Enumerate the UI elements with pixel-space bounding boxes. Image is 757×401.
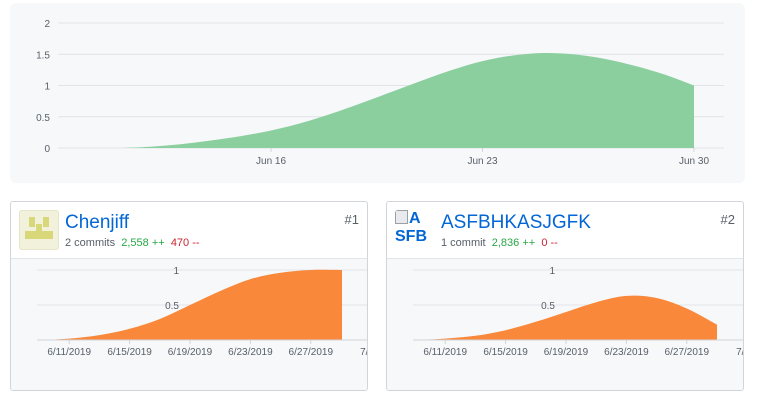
commit-count[interactable]: 2 commits [65, 237, 115, 249]
y-tick-label: 0.5 [36, 113, 50, 124]
x-tick-label: 6/15/2019 [483, 347, 528, 358]
additions-count: 2,558 ++ [121, 237, 165, 249]
contributor-name[interactable]: ASFBHKASJGFK [441, 212, 591, 234]
y-tick-label: 1 [173, 266, 179, 277]
contributor-header: Chenjiff 2 commits 2,558 ++ 470 -- #1 [11, 202, 367, 258]
x-tick-label: 6/15/2019 [107, 347, 152, 358]
y-tick-label: 1 [549, 266, 555, 277]
x-tick-label: 6/27/2019 [665, 347, 710, 358]
contributor-stats: 2 commits 2,558 ++ 470 -- [65, 237, 200, 249]
x-tick-label: Jun 30 [679, 156, 709, 167]
x-tick-label: 6/19/2019 [168, 347, 213, 358]
y-tick-label: 1.5 [36, 50, 50, 61]
contributor-rank: #2 [720, 212, 735, 227]
x-tick-label: 6/23/2019 [604, 347, 649, 358]
avatar[interactable]: ASFB [395, 210, 431, 250]
contributor-activity-chart: 0.5 1 6/11/2019 6/15/2019 6/19/2019 6/23/2019… [11, 258, 367, 390]
x-tick-label: Jun 23 [468, 156, 498, 167]
contributor-stats: 1 commit 2,836 ++ 0 -- [441, 237, 558, 249]
contributor-card: ASFB ASFBHKASJGFK 1 commit 2,836 ++ 0 --… [386, 201, 744, 391]
x-tick-label: 7/1/2 [360, 347, 367, 358]
contributor-rank: #1 [344, 212, 359, 227]
identicon-icon [25, 217, 53, 239]
y-tick-label: 0 [44, 144, 50, 155]
y-tick-label: 0.5 [165, 301, 179, 312]
contributor-activity-chart: 0.5 1 6/11/2019 6/15/2019 6/19/2019 6/23/2019… [387, 258, 743, 390]
overview-chart: 0 0.5 1 1.5 2 Jun 16 Jun 23 Jun 30 [10, 3, 745, 183]
contributor-header: ASFB ASFBHKASJGFK 1 commit 2,836 ++ 0 --… [387, 202, 743, 258]
x-tick-label: 6/23/2019 [228, 347, 273, 358]
avatar[interactable] [19, 210, 59, 250]
deletions-count: 0 -- [541, 237, 558, 249]
x-tick-label: 6/19/2019 [544, 347, 589, 358]
y-tick-label: 2 [44, 19, 50, 30]
x-tick-label: 6/11/2019 [423, 347, 467, 358]
x-tick-label: 6/27/2019 [289, 347, 334, 358]
deletions-count: 470 -- [170, 237, 200, 249]
series-area [120, 52, 694, 148]
broken-image-icon [395, 210, 408, 224]
y-tick-label: 1 [44, 82, 50, 93]
x-tick-label: 6/11/2019 [47, 347, 91, 358]
x-tick-label: Jun 16 [256, 156, 286, 167]
series-area [415, 295, 717, 340]
contributor-chart-svg: 0.5 1 6/11/2019 6/15/2019 6/19/2019 6/23/2019… [413, 266, 743, 358]
x-tick-label: 7/1/2 [736, 347, 743, 358]
y-tick-label: 0.5 [541, 301, 555, 312]
contributor-name[interactable]: Chenjiff [65, 212, 129, 234]
overview-chart-svg: 0 0.5 1 1.5 2 Jun 16 Jun 23 Jun 30 [36, 19, 724, 167]
additions-count: 2,836 ++ [491, 237, 536, 249]
commit-count[interactable]: 1 commit [441, 237, 486, 249]
contributor-card: Chenjiff 2 commits 2,558 ++ 470 -- #1 0.… [10, 201, 368, 391]
contributor-chart-svg: 0.5 1 6/11/2019 6/15/2019 6/19/2019 6/23/2019… [37, 266, 367, 358]
